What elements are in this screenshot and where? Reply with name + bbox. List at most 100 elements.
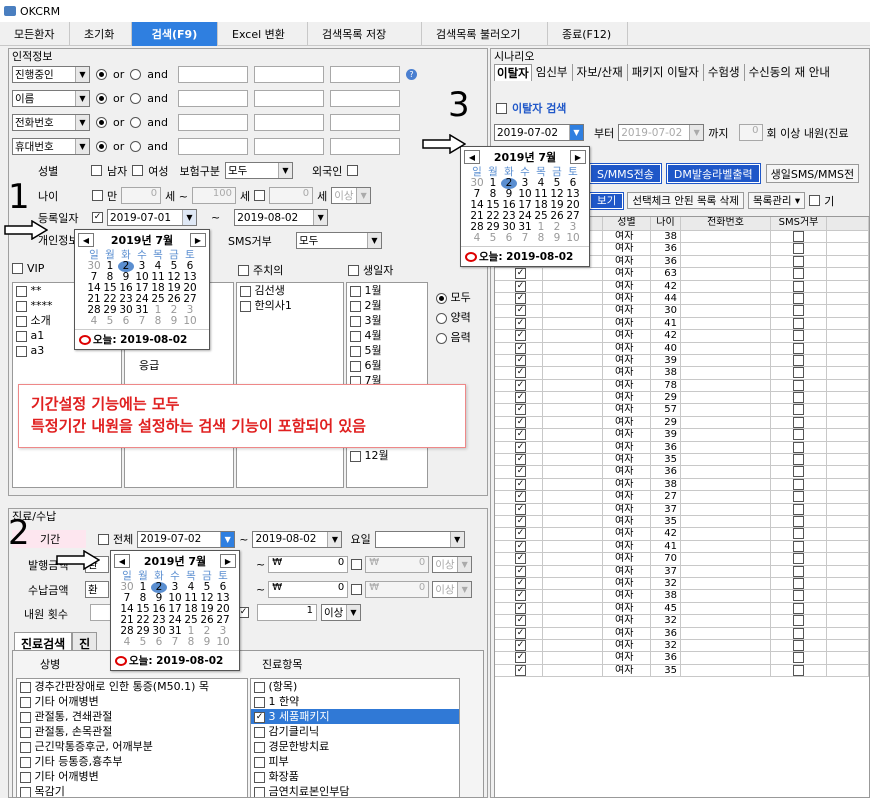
table-row[interactable]: ✓ 여자 63 <box>495 268 869 281</box>
prev-month-icon[interactable]: ◀ <box>78 233 94 247</box>
table-row[interactable]: ✓ 여자 41 <box>495 540 869 554</box>
excel-export-button[interactable]: Excel 변환 <box>218 22 308 46</box>
list-item[interactable]: 2월 <box>347 298 427 313</box>
table-row[interactable]: ✓ 여자 39 <box>495 354 869 368</box>
table-row[interactable]: ✓ 여자 42 <box>495 330 869 343</box>
list-item-selected[interactable]: ✓ 3 세품패키지 <box>251 709 459 724</box>
exit-button[interactable]: 종료(F12) <box>548 22 628 46</box>
tab-package-dropout[interactable]: 패키지 이탈자 <box>628 64 704 81</box>
dropout-date-from[interactable]: 2019-07-02 ▼ <box>494 124 584 141</box>
calendar-day[interactable]: 10 <box>565 233 581 244</box>
calendar-day[interactable]: 7 <box>517 233 533 244</box>
search-text-2b[interactable] <box>253 90 324 107</box>
or-radio-1[interactable] <box>96 69 107 80</box>
search-text-3b[interactable] <box>253 114 324 131</box>
man-age-checkbox[interactable] <box>92 190 103 201</box>
list-item[interactable]: 1월 <box>347 283 427 298</box>
list-item[interactable]: 경문한방치료 <box>251 739 459 754</box>
list-item[interactable]: 12월 <box>347 448 427 463</box>
issue-extra-input[interactable]: ₩0 <box>365 556 430 573</box>
list-item[interactable]: 감기클리닉 <box>251 724 459 739</box>
list-item[interactable]: 기타 어깨병변 <box>17 694 247 709</box>
search-text-4c[interactable] <box>329 138 400 155</box>
list-item[interactable]: 5월 <box>347 343 427 358</box>
table-row[interactable]: ✓ 여자 32 <box>495 615 869 628</box>
table-row[interactable]: ✓ 여자 44 <box>495 292 869 306</box>
calendar-day[interactable]: 6 <box>118 316 134 327</box>
tab-pregnant[interactable]: 임신부 <box>532 64 573 81</box>
tab-dropout[interactable]: 이탈자 <box>494 64 532 81</box>
table-row[interactable]: ✓ 여자 70 <box>495 553 869 566</box>
table-row[interactable]: ✓여자36 <box>495 627 869 640</box>
field-select-4[interactable]: 휴대번호 ▼ <box>12 138 90 155</box>
period-to[interactable]: 2019-08-02 ▼ <box>252 530 343 548</box>
table-row[interactable]: ✓여자36 <box>495 466 869 479</box>
help-icon[interactable]: ? <box>405 69 417 80</box>
search-text-2a[interactable] <box>177 90 248 107</box>
weekday-select[interactable]: ▼ <box>374 530 465 548</box>
list-item[interactable]: 화장품 <box>251 769 459 784</box>
calendar-day[interactable]: 6 <box>501 233 517 244</box>
calendar-day[interactable]: 8 <box>150 316 166 327</box>
list-item[interactable]: 목감기 <box>17 784 247 797</box>
age-extra-input[interactable]: 0 <box>269 187 314 204</box>
today-link[interactable]: 오늘: 2019-08-02 <box>479 249 573 264</box>
table-row[interactable]: ✓여자36 <box>495 441 869 455</box>
table-row[interactable]: ✓ 여자 42 <box>495 280 869 293</box>
list-item[interactable]: 경추간판장애로 인한 통증(M50.1) 목 <box>17 679 247 694</box>
calendar-day[interactable]: 9 <box>199 637 215 648</box>
all-radio[interactable] <box>436 292 447 304</box>
search-text-4b[interactable] <box>253 138 324 155</box>
today-link[interactable]: 오늘: 2019-08-02 <box>129 653 223 668</box>
list-item[interactable]: 근긴막통증후군, 어깨부분 <box>17 739 247 754</box>
or-radio-4[interactable] <box>96 141 107 152</box>
table-row[interactable]: ✓ 여자 35 <box>495 454 869 467</box>
table-row[interactable]: ✓ 여자 78 <box>495 379 869 393</box>
next-month-icon[interactable]: ▶ <box>220 554 236 568</box>
tab-student[interactable]: 수험생 <box>704 64 745 81</box>
calendar-day[interactable]: 10 <box>182 316 198 327</box>
calendar-day[interactable]: 6 <box>151 637 167 648</box>
table-row[interactable]: ✓ 여자 30 <box>495 305 869 318</box>
table-row[interactable]: ✓ 여자 41 <box>495 317 869 331</box>
calendar-day[interactable]: 8 <box>533 233 549 244</box>
extra-option-checkbox[interactable] <box>809 195 821 206</box>
pay-amount-input[interactable]: ₩0 <box>268 581 349 598</box>
male-checkbox[interactable] <box>91 165 102 176</box>
and-radio-1[interactable] <box>130 69 142 80</box>
issue-compare-select[interactable]: 이상 ▼ <box>432 556 473 573</box>
calendar-day[interactable]: 9 <box>549 233 565 244</box>
search-text-1a[interactable] <box>177 66 248 83</box>
table-row[interactable]: ✓ 여자 57 <box>495 404 869 417</box>
list-item[interactable]: 4월 <box>347 328 427 343</box>
prev-month-icon[interactable]: ◀ <box>114 554 130 568</box>
foreigner-checkbox[interactable] <box>347 165 359 176</box>
list-item[interactable]: 한의사1 <box>237 298 343 313</box>
issue-amount-input[interactable]: ₩0 <box>268 556 349 573</box>
list-item[interactable]: 피부 <box>251 754 459 769</box>
today-link[interactable]: 오늘: 2019-08-02 <box>93 332 187 347</box>
calendar-day[interactable]: 4 <box>86 316 102 327</box>
table-row[interactable]: ✓ 여자 40 <box>495 342 869 355</box>
list-item[interactable]: 김선생 <box>237 283 343 298</box>
reg-date-checkbox[interactable]: ✓ <box>92 212 103 223</box>
table-row[interactable]: ✓ 여자 29 <box>495 392 869 405</box>
visit-count-input-a[interactable] <box>90 604 112 621</box>
period-from[interactable]: 2019-07-02 ▼ <box>137 530 236 548</box>
and-radio-4[interactable] <box>130 141 142 152</box>
tab-accident[interactable]: 자보/산재 <box>573 64 628 81</box>
list-item[interactable]: 관절통, 손목관절 <box>17 724 247 739</box>
save-search-list-button[interactable]: 검색목록 저장 <box>308 22 422 46</box>
table-row[interactable]: ✓ 여자 37 <box>495 503 869 516</box>
table-row[interactable]: ✓ 여자 35 <box>495 664 869 678</box>
calendar-day[interactable]: 5 <box>485 233 501 244</box>
view-button[interactable]: 보기 <box>588 191 625 210</box>
table-row[interactable]: ✓ 여자 45 <box>495 602 869 616</box>
next-month-icon[interactable]: ▶ <box>190 233 206 247</box>
insurance-select[interactable]: 모두 ▼ <box>224 162 293 179</box>
calendar-day[interactable]: 5 <box>135 637 151 648</box>
search-text-2c[interactable] <box>329 90 400 107</box>
reset-button[interactable]: 초기화 <box>70 22 132 46</box>
vip-checkbox[interactable] <box>12 263 23 274</box>
or-radio-3[interactable] <box>96 117 107 128</box>
